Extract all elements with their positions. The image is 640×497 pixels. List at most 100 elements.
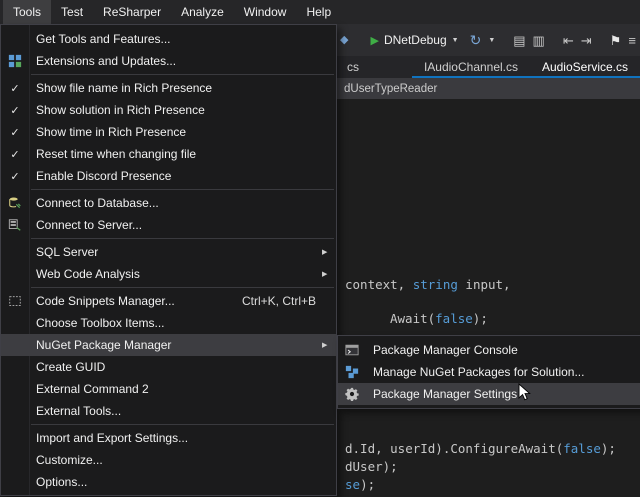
code-segment: string xyxy=(413,277,458,292)
code-segment: ); xyxy=(473,311,488,326)
menu-item-label: Package Manager Settings xyxy=(366,387,640,401)
server-connect-icon xyxy=(1,218,29,232)
console-icon xyxy=(345,343,359,357)
breadcrumb-label: dUserTypeReader xyxy=(344,83,437,95)
menu-item-create-guid[interactable]: Create GUID xyxy=(1,356,336,378)
check-icon: ✓ xyxy=(10,126,19,139)
tab-cs[interactable]: cs xyxy=(339,56,412,78)
menu-separator xyxy=(31,287,334,288)
menu-item-connect-to-database[interactable]: Connect to Database... xyxy=(1,192,336,214)
new-item-icon[interactable]: ▤ xyxy=(513,34,525,47)
code-segment: dUser); xyxy=(345,459,398,474)
menu-item-import-and-export-settings[interactable]: Import and Export Settings... xyxy=(1,427,336,449)
outdent-icon[interactable]: ⇤ xyxy=(563,34,574,47)
code-segment: d.Id, userId).ConfigureAwait( xyxy=(345,441,563,456)
menu-item-nuget-package-manager[interactable]: NuGet Package Manager▶ xyxy=(1,334,336,356)
extensions-icon xyxy=(1,54,29,68)
menubar-item-test[interactable]: Test xyxy=(51,0,93,24)
menu-item-label: Show file name in Rich Presence xyxy=(29,81,322,95)
tools-menu: Get Tools and Features... Extensions and … xyxy=(0,24,337,496)
code-segment: Await( xyxy=(390,311,435,326)
extensions-icon xyxy=(8,54,22,68)
menu-item-options[interactable]: Options... xyxy=(1,471,336,493)
menu-item-label: Customize... xyxy=(29,453,322,467)
code-segment: input, xyxy=(458,277,511,292)
menu-item-get-tools-and-features[interactable]: Get Tools and Features... xyxy=(1,28,336,50)
menu-item-label: Show solution in Rich Presence xyxy=(29,103,322,117)
menu-item-external-command-2[interactable]: External Command 2 xyxy=(1,378,336,400)
code-segment: se xyxy=(345,477,360,492)
code-line: se); xyxy=(345,477,375,492)
submenu-arrow-icon: ▶ xyxy=(322,248,336,256)
menu-item-show-time-in-rich-presence[interactable]: ✓Show time in Rich Presence xyxy=(1,121,336,143)
menu-item-label: Enable Discord Presence xyxy=(29,169,322,183)
code-segment: false xyxy=(563,441,601,456)
nuget-solution-icon xyxy=(345,365,359,379)
code-segment: ); xyxy=(360,477,375,492)
menu-item-manage-nuget-packages-for-solution[interactable]: Manage NuGet Packages for Solution... xyxy=(338,361,640,383)
debug-target-label: DNetDebug xyxy=(384,33,447,47)
menu-item-show-file-name-in-rich-presence[interactable]: ✓ Show file name in Rich Presence xyxy=(1,77,336,99)
menu-separator xyxy=(31,424,334,425)
code-line: Await(false); xyxy=(390,311,488,326)
menu-item-sql-server[interactable]: SQL Server▶ xyxy=(1,241,336,263)
tab-iaudiochannel-cs[interactable]: IAudioChannel.cs xyxy=(412,56,530,78)
menu-item-choose-toolbox-items[interactable]: Choose Toolbox Items... xyxy=(1,312,336,334)
chevron-down-icon[interactable]: ▼ xyxy=(488,37,495,44)
menu-item-label: Code Snippets Manager... xyxy=(29,294,242,308)
menu-item-label: Extensions and Updates... xyxy=(29,54,322,68)
server-connect-icon xyxy=(8,218,22,232)
gear-icon xyxy=(345,387,359,401)
menubar-item-analyze[interactable]: Analyze xyxy=(171,0,234,24)
menu-item-customize[interactable]: Customize... xyxy=(1,449,336,471)
menu-separator xyxy=(31,189,334,190)
comment-lines-icon[interactable]: ≡ xyxy=(628,34,636,47)
code-line: d.Id, userId).ConfigureAwait(false); xyxy=(345,441,616,456)
menu-item-label: Manage NuGet Packages for Solution... xyxy=(366,365,640,379)
menu-item-code-snippets-manager[interactable]: Code Snippets Manager...Ctrl+K, Ctrl+B xyxy=(1,290,336,312)
indent-icon[interactable]: ⇥ xyxy=(581,34,592,47)
menu-item-extensions-and-updates[interactable]: Extensions and Updates... xyxy=(1,50,336,72)
snippets-icon xyxy=(8,294,22,308)
menu-item-package-manager-settings[interactable]: Package Manager Settings xyxy=(338,383,640,405)
menu-item-package-manager-console[interactable]: Package Manager Console xyxy=(338,339,640,361)
check-icon: ✓ xyxy=(1,104,29,117)
symbol-icon[interactable]: ◆ xyxy=(340,35,348,46)
menubar-item-resharper[interactable]: ReSharper xyxy=(93,0,171,24)
menu-item-label: Import and Export Settings... xyxy=(29,431,322,445)
menu-item-label: Options... xyxy=(29,475,322,489)
menu-item-enable-discord-presence[interactable]: ✓ Enable Discord Presence xyxy=(1,165,336,187)
menu-item-reset-time-when-changing-file[interactable]: ✓Reset time when changing file xyxy=(1,143,336,165)
code-segment: false xyxy=(435,311,473,326)
db-connect-icon xyxy=(8,196,22,210)
menubar-item-window[interactable]: Window xyxy=(234,0,297,24)
columns-icon[interactable]: ▥ xyxy=(533,34,545,47)
code-line: context, string input, xyxy=(345,277,511,292)
code-segment: ); xyxy=(601,441,616,456)
refresh-icon[interactable]: ↻ xyxy=(470,33,482,47)
menu-item-connect-to-server[interactable]: Connect to Server... xyxy=(1,214,336,236)
check-icon: ✓ xyxy=(10,170,19,183)
menu-item-label: External Command 2 xyxy=(29,382,322,396)
menu-item-show-solution-in-rich-presence[interactable]: ✓Show solution in Rich Presence xyxy=(1,99,336,121)
menu-item-shortcut: Ctrl+K, Ctrl+B xyxy=(242,294,316,308)
start-debug-button[interactable]: ▶DNetDebug▼ xyxy=(366,31,462,49)
tab-audioservice-cs[interactable]: AudioService.cs xyxy=(530,56,640,78)
nuget-submenu: Package Manager Console Manage NuGet Pack… xyxy=(337,335,640,409)
menubar: ToolsTestReSharperAnalyzeWindowHelp xyxy=(0,0,640,24)
check-icon: ✓ xyxy=(10,82,19,95)
play-icon: ▶ xyxy=(370,34,378,47)
menu-item-external-tools[interactable]: External Tools... xyxy=(1,400,336,422)
bookmark-icon[interactable]: ⚑ xyxy=(610,34,622,47)
submenu-arrow-icon: ▶ xyxy=(322,341,336,349)
menu-item-web-code-analysis[interactable]: Web Code Analysis▶ xyxy=(1,263,336,285)
code-segment: context, xyxy=(345,277,413,292)
menubar-item-help[interactable]: Help xyxy=(296,0,341,24)
menubar-item-tools[interactable]: Tools xyxy=(3,0,51,24)
menu-separator xyxy=(31,74,334,75)
menu-item-label: External Tools... xyxy=(29,404,322,418)
submenu-arrow-icon: ▶ xyxy=(322,270,336,278)
check-icon: ✓ xyxy=(10,148,19,161)
menu-item-label: Get Tools and Features... xyxy=(29,32,322,46)
menu-item-label: Package Manager Console xyxy=(366,343,640,357)
